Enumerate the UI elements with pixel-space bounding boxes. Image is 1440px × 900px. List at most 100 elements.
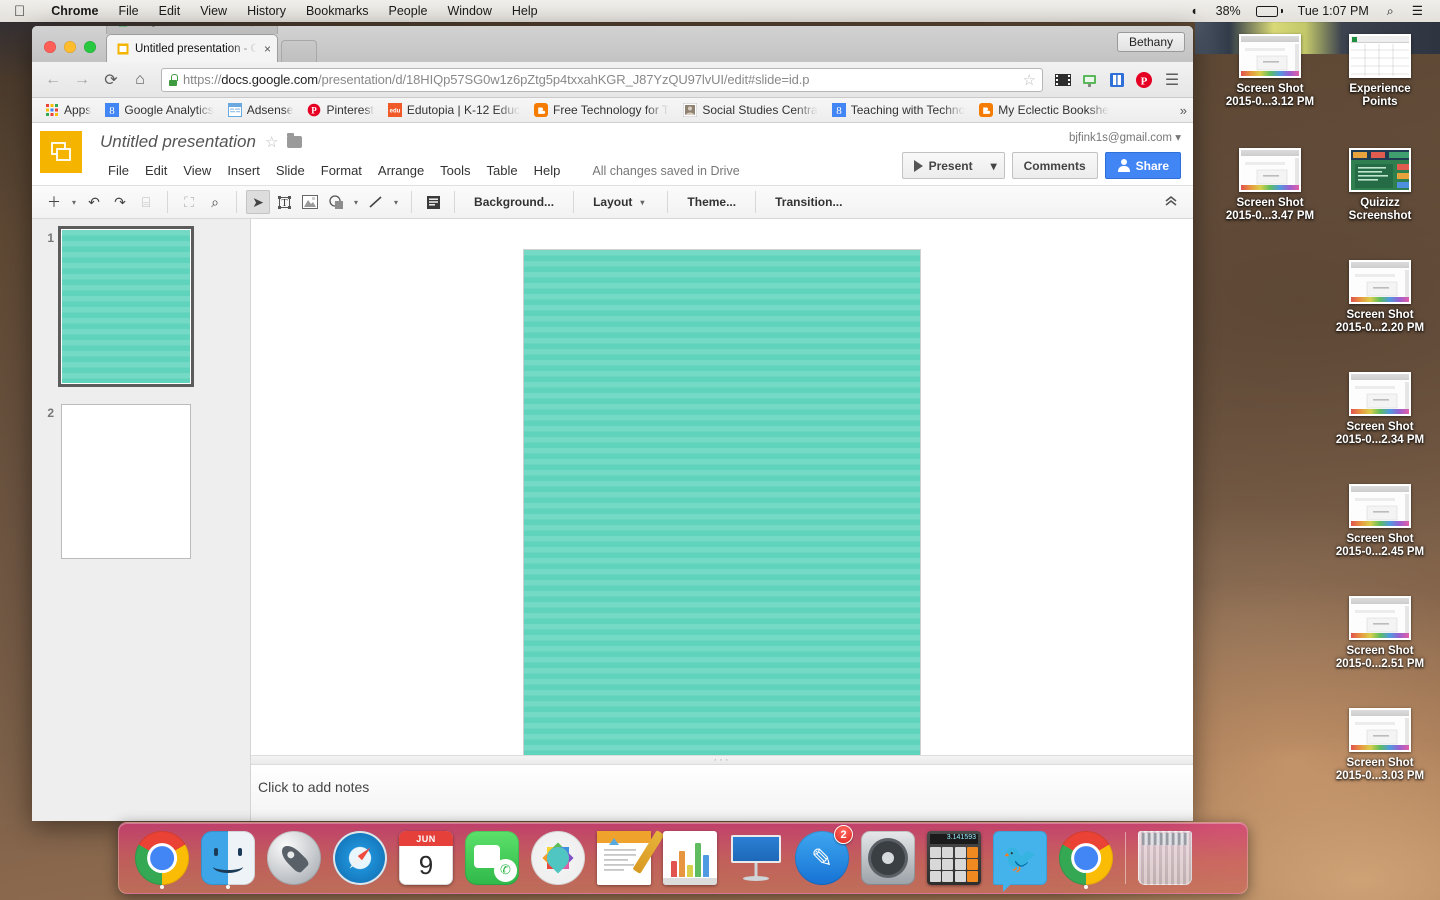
insert-image-button[interactable]	[298, 190, 322, 214]
dock-item-facetime[interactable]: ✆	[459, 825, 525, 891]
notification-center-icon[interactable]: ☰	[1403, 0, 1432, 22]
reload-button[interactable]: ⟳	[98, 67, 124, 93]
slides-menu-table[interactable]: Table	[479, 160, 526, 181]
menu-bar-item-chrome[interactable]: Chrome	[41, 4, 108, 18]
slides-menu-file[interactable]: File	[100, 160, 137, 181]
dock-item-system-preferences[interactable]	[855, 825, 921, 891]
share-button[interactable]: Share	[1104, 152, 1181, 179]
zoom-button[interactable]: ⌕	[203, 190, 227, 214]
new-slide-button[interactable]: ＋	[42, 190, 66, 214]
line-button[interactable]	[364, 190, 388, 214]
forward-button[interactable]: →	[69, 67, 95, 93]
profile-button[interactable]: Bethany	[1116, 32, 1185, 52]
pinterest-icon[interactable]: P	[1134, 70, 1154, 90]
text-box-button[interactable]: T	[272, 190, 296, 214]
slides-menu-tools[interactable]: Tools	[432, 160, 478, 181]
comments-button[interactable]: Comments	[1011, 152, 1098, 179]
select-tool-button[interactable]: ➤	[246, 190, 271, 214]
menu-bar-item-bookmarks[interactable]: Bookmarks	[296, 4, 379, 18]
speaker-notes-pane[interactable]: Click to add notes	[251, 765, 1193, 821]
account-email[interactable]: bjfink1s@gmail.com ▾	[902, 130, 1181, 144]
new-tab-button[interactable]	[281, 40, 317, 62]
menu-bar-item-file[interactable]: File	[108, 4, 148, 18]
slides-menu-arrange[interactable]: Arrange	[370, 160, 432, 181]
dock-item-calendar[interactable]: JUN 9	[393, 825, 459, 891]
bookmarks-overflow-button[interactable]: »	[1180, 103, 1187, 118]
spotlight-search-icon[interactable]: ⌕	[1378, 0, 1403, 22]
desktop-icon-0[interactable]: Screen Shot 2015-0...3.12 PM	[1215, 34, 1325, 109]
dock-item-chrome[interactable]	[129, 825, 195, 891]
collapse-toolbar-button[interactable]	[1163, 194, 1179, 211]
minimize-window-button[interactable]	[64, 41, 76, 53]
dock-item-finder[interactable]	[195, 825, 261, 891]
fit-to-window-button[interactable]: ⛶	[177, 190, 201, 214]
address-bar[interactable]: https://docs.google.com/presentation/d/1…	[161, 67, 1043, 92]
line-dropdown-icon[interactable]: ▾	[390, 198, 402, 207]
menu-bar-item-history[interactable]: History	[237, 4, 296, 18]
desktop-icon-1[interactable]: Experience Points	[1325, 34, 1435, 109]
home-button[interactable]: ⌂	[127, 67, 153, 93]
slides-menu-help[interactable]: Help	[526, 160, 569, 181]
dock-item-launchpad[interactable]	[261, 825, 327, 891]
bookmark-item-8[interactable]: My Eclectic Bookshe	[972, 103, 1116, 117]
chrome-menu-button[interactable]: ☰	[1159, 67, 1185, 93]
new-slide-dropdown-icon[interactable]: ▾	[68, 198, 80, 207]
apple-menu-icon[interactable]: 	[14, 4, 25, 19]
dock-item-trash[interactable]	[1132, 825, 1198, 891]
presentation-title[interactable]: Untitled presentation	[100, 132, 256, 152]
background-button[interactable]: Background...	[464, 190, 564, 214]
menu-bar-item-view[interactable]: View	[190, 4, 237, 18]
book-icon[interactable]	[1107, 70, 1127, 90]
present-dropdown-button[interactable]: ▾	[983, 152, 1005, 179]
film-icon[interactable]	[1053, 70, 1073, 90]
dock-item-pages[interactable]	[591, 825, 665, 891]
bookmark-item-1[interactable]: 8 Google Analytics	[98, 103, 220, 117]
google-slides-logo-icon[interactable]	[40, 131, 82, 173]
bookmark-item-6[interactable]: Social Studies Centra	[676, 102, 824, 118]
menu-bar-item-window[interactable]: Window	[437, 4, 501, 18]
tab-close-icon[interactable]: ×	[262, 26, 271, 28]
bookmark-item-3[interactable]: P Pinterest	[300, 103, 380, 117]
bookmark-item-2[interactable]: Adsense	[221, 103, 301, 117]
slide-thumbnail[interactable]	[58, 226, 194, 387]
layout-icon-button[interactable]	[421, 190, 445, 214]
slide-filmstrip[interactable]: 12	[32, 219, 251, 821]
close-window-button[interactable]	[44, 41, 56, 53]
menu-bar-clock[interactable]: Tue 1:07 PM	[1289, 0, 1378, 22]
layout-button[interactable]: Layout ▾	[583, 190, 658, 214]
bookmark-item-4[interactable]: edu Edutopia | K-12 Educ	[381, 103, 527, 117]
browser-tab-2[interactable]: Untitled presentation - Goo ×	[106, 34, 278, 62]
slides-menu-view[interactable]: View	[175, 160, 219, 181]
dock-item-twitter[interactable]: 🐦	[987, 825, 1053, 891]
menu-bar-item-people[interactable]: People	[379, 4, 438, 18]
notes-splitter[interactable]: ···	[251, 755, 1193, 766]
present-button[interactable]: Present	[901, 152, 985, 179]
menu-bar-item-edit[interactable]: Edit	[149, 4, 191, 18]
desktop-icon-2[interactable]: Screen Shot 2015-0...3.47 PM	[1215, 148, 1325, 223]
battery-icon[interactable]	[1250, 5, 1289, 17]
display-mirror-icon[interactable]: ◖	[1181, 0, 1207, 22]
desktop-icon-7[interactable]: Screen Shot 2015-0...2.51 PM	[1325, 596, 1435, 671]
desktop-icon-8[interactable]: Screen Shot 2015-0...3.03 PM	[1325, 708, 1435, 783]
back-button[interactable]: ←	[40, 67, 66, 93]
undo-button[interactable]: ↶	[82, 190, 106, 214]
shape-button[interactable]	[324, 190, 348, 214]
screencast-icon[interactable]	[1080, 70, 1100, 90]
filmstrip-slide-2[interactable]: 2	[32, 404, 250, 559]
bookmark-item-7[interactable]: 8 Teaching with Techno	[825, 103, 973, 117]
slides-menu-edit[interactable]: Edit	[137, 160, 175, 181]
battery-percent-label[interactable]: 38%	[1207, 0, 1250, 22]
dock-item-photos[interactable]	[525, 825, 591, 891]
bookmark-item-0[interactable]: Apps	[38, 103, 98, 117]
star-icon[interactable]: ☆	[265, 133, 278, 151]
dock-item-calculator[interactable]: 3.141593	[921, 825, 987, 891]
bookmark-item-5[interactable]: Free Technology for T	[527, 103, 676, 117]
dock-item-keynote[interactable]	[723, 825, 789, 891]
dock-item-app-store[interactable]: ✎ 2	[789, 825, 855, 891]
paint-format-button[interactable]: ⌸	[134, 190, 158, 214]
slide-thumbnail[interactable]	[61, 404, 191, 559]
tab-close-icon[interactable]: ×	[262, 42, 271, 56]
maximize-window-button[interactable]	[84, 41, 96, 53]
folder-icon[interactable]	[287, 133, 303, 148]
browser-tab-1[interactable]: blog information - Google D ×	[106, 26, 278, 34]
